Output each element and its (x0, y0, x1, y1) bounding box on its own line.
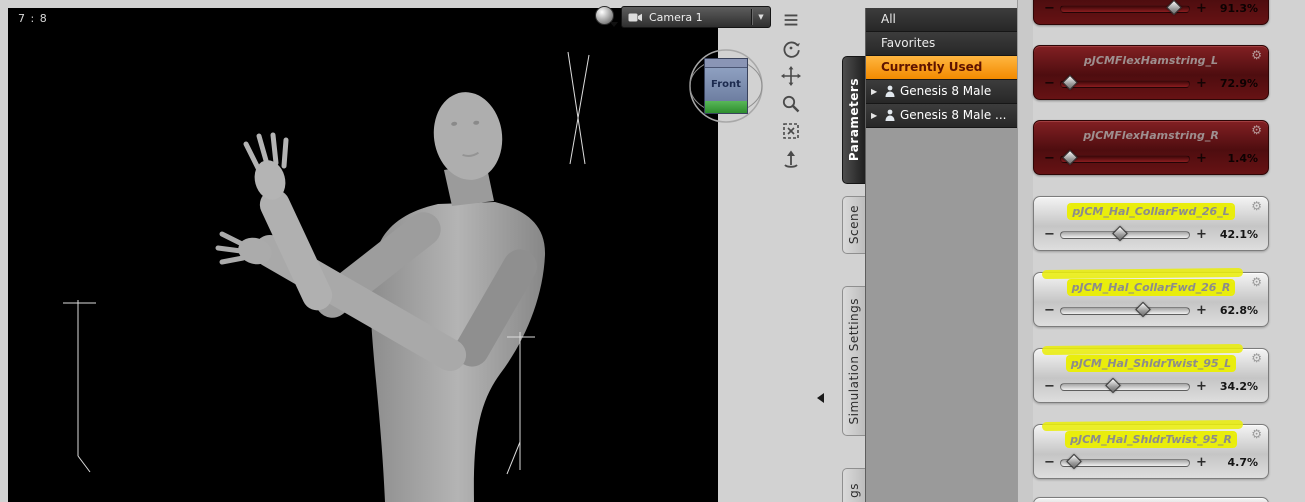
parameter-label: pJCM_Hal_CollarFwd_26_L (1069, 205, 1233, 218)
figure-render (63, 51, 590, 502)
slider-track[interactable] (1060, 377, 1190, 394)
slider-track[interactable] (1060, 149, 1190, 166)
slider-track[interactable] (1060, 301, 1190, 318)
view-cube[interactable]: Front (686, 46, 766, 126)
parameter-slider[interactable]: pJCMFlexHamstring_R ⚙ − + 1.4% (1033, 120, 1269, 175)
figure-node-icon (884, 109, 896, 122)
parameter-slider[interactable]: pJCM_Hal_ShldrTwist_95_R ⚙ − + 4.7% (1033, 419, 1269, 479)
view-cube-front-face[interactable]: Front (705, 68, 747, 101)
list-item-currently-used[interactable]: Currently Used (866, 56, 1017, 80)
trackball-dropdown-caret[interactable] (610, 22, 618, 27)
increment-button[interactable]: + (1196, 77, 1207, 90)
increment-button[interactable]: + (1196, 152, 1207, 165)
decrement-button[interactable]: − (1044, 77, 1055, 90)
gear-icon[interactable]: ⚙ (1251, 275, 1262, 289)
camera-selector-label: Camera 1 (649, 10, 703, 24)
increment-button[interactable]: + (1196, 228, 1207, 241)
tab-parameters[interactable]: Parameters (842, 56, 865, 184)
value-readout[interactable]: 1.4% (1212, 152, 1258, 165)
splitter-collapse-arrow[interactable] (817, 393, 824, 403)
gear-icon[interactable]: ⚙ (1251, 199, 1262, 213)
app-window: 7 : 8 Camera 1 ▼ Front Parameters Scene … (0, 0, 1305, 502)
chevron-down-icon[interactable]: ▼ (752, 13, 770, 21)
decrement-button[interactable]: − (1044, 456, 1055, 469)
aspect-ratio-label: 7 : 8 (18, 12, 48, 25)
pane-options-icon[interactable] (779, 8, 803, 32)
viewport-canvas[interactable]: 7 : 8 (8, 8, 718, 502)
parameter-slider[interactable]: pJCM_Hal_CollarFwd_26_L ⚙ − + 42.1% (1033, 196, 1269, 251)
value-readout[interactable]: 72.9% (1212, 77, 1258, 90)
parameters-panel: ⚙ − + 91.3% pJCMFlexHamstring_L ⚙ − (1033, 0, 1271, 502)
slider-handle[interactable] (1166, 0, 1183, 15)
gear-icon[interactable]: ⚙ (1251, 427, 1262, 441)
value-readout[interactable]: 42.1% (1212, 228, 1258, 241)
frame-tool-button[interactable] (779, 119, 803, 143)
tab-partial[interactable]: gs (842, 468, 865, 502)
orbit-tool-button[interactable] (779, 36, 803, 60)
decrement-button[interactable]: − (1044, 228, 1055, 241)
tree-item-genesis-8-male[interactable]: ▶ Genesis 8 Male (866, 80, 1017, 104)
slider-trough (1060, 382, 1190, 391)
slider-track[interactable] (1060, 0, 1190, 16)
parameter-slider[interactable]: pJCM_Hal_CollarFwd_26_R ⚙ − + 62.8% (1033, 267, 1269, 327)
camera-icon (628, 12, 643, 23)
parameter-slider[interactable]: pJCMFlexHamstring_L ⚙ − + 72.9% (1033, 45, 1269, 100)
tab-label: Parameters (847, 78, 861, 162)
list-item-favorites[interactable]: Favorites (866, 32, 1017, 56)
gear-icon[interactable]: ⚙ (1251, 123, 1262, 137)
view-cube-top-face[interactable] (705, 59, 747, 68)
tab-simulation-settings[interactable]: Simulation Settings (842, 286, 865, 436)
parameter-slider[interactable]: pJCM_Hal_ShldrTwist_95_L ⚙ − + 34.2% (1033, 343, 1269, 403)
tab-label: Scene (847, 205, 861, 245)
list-item-all[interactable]: All (866, 8, 1017, 32)
parameter-slider[interactable]: ⚙ − + 91.3% (1033, 0, 1269, 25)
decrement-button[interactable]: − (1044, 152, 1055, 165)
view-cube-bottom-face[interactable] (705, 101, 747, 113)
tab-scene[interactable]: Scene (842, 196, 865, 254)
scroll-gutter[interactable] (1017, 0, 1033, 502)
parameter-label: pJCMFlexHamstring_L (1083, 54, 1219, 67)
slider-trough (1060, 154, 1190, 163)
increment-button[interactable]: + (1196, 456, 1207, 469)
parameter-label: pJCM_Hal_ShldrTwist_95_R (1067, 433, 1235, 446)
slider-trough (1060, 306, 1190, 315)
parameter-label: pJCM_Hal_ShldrTwist_95_L (1067, 357, 1235, 370)
tree-item-label: Genesis 8 Male ... (900, 108, 1007, 122)
view-cube-body: Front (704, 58, 748, 114)
tree-item-label: Genesis 8 Male (900, 84, 992, 98)
camera-selector[interactable]: Camera 1 ▼ (621, 6, 771, 28)
zoom-tool-button[interactable] (779, 92, 803, 116)
slider-track[interactable] (1060, 225, 1190, 242)
value-readout[interactable]: 34.2% (1212, 380, 1258, 393)
tab-label: gs (847, 482, 861, 498)
slider-track[interactable] (1060, 74, 1190, 91)
tree-item-genesis-8-male-2[interactable]: ▶ Genesis 8 Male ... (866, 104, 1017, 128)
parameter-label: pJCMFlexHamstring_R (1083, 129, 1219, 142)
increment-button[interactable]: + (1196, 380, 1207, 393)
increment-button[interactable]: + (1196, 304, 1207, 317)
increment-button[interactable]: + (1196, 2, 1207, 15)
parameter-label: pJCM_Hal_CollarFwd_26_R (1068, 281, 1234, 294)
expand-caret-icon[interactable]: ▶ (871, 104, 880, 127)
pan-tool-button[interactable] (779, 64, 803, 88)
tab-label: Simulation Settings (847, 297, 861, 425)
gear-icon[interactable]: ⚙ (1251, 48, 1262, 62)
slider-trough (1060, 79, 1190, 88)
aim-tool-button[interactable] (779, 146, 803, 170)
decrement-button[interactable]: − (1044, 2, 1055, 15)
parameter-slider-partial[interactable] (1033, 497, 1269, 502)
decrement-button[interactable]: − (1044, 380, 1055, 393)
figure-node-icon (884, 85, 896, 98)
decrement-button[interactable]: − (1044, 304, 1055, 317)
value-readout[interactable]: 4.7% (1212, 456, 1258, 469)
slider-track[interactable] (1060, 453, 1190, 470)
expand-caret-icon[interactable]: ▶ (871, 80, 880, 103)
gear-icon[interactable]: ⚙ (1251, 351, 1262, 365)
value-readout[interactable]: 91.3% (1212, 2, 1258, 15)
value-readout[interactable]: 62.8% (1212, 304, 1258, 317)
filter-list: All Favorites Currently Used ▶ Genesis 8… (865, 8, 1017, 502)
